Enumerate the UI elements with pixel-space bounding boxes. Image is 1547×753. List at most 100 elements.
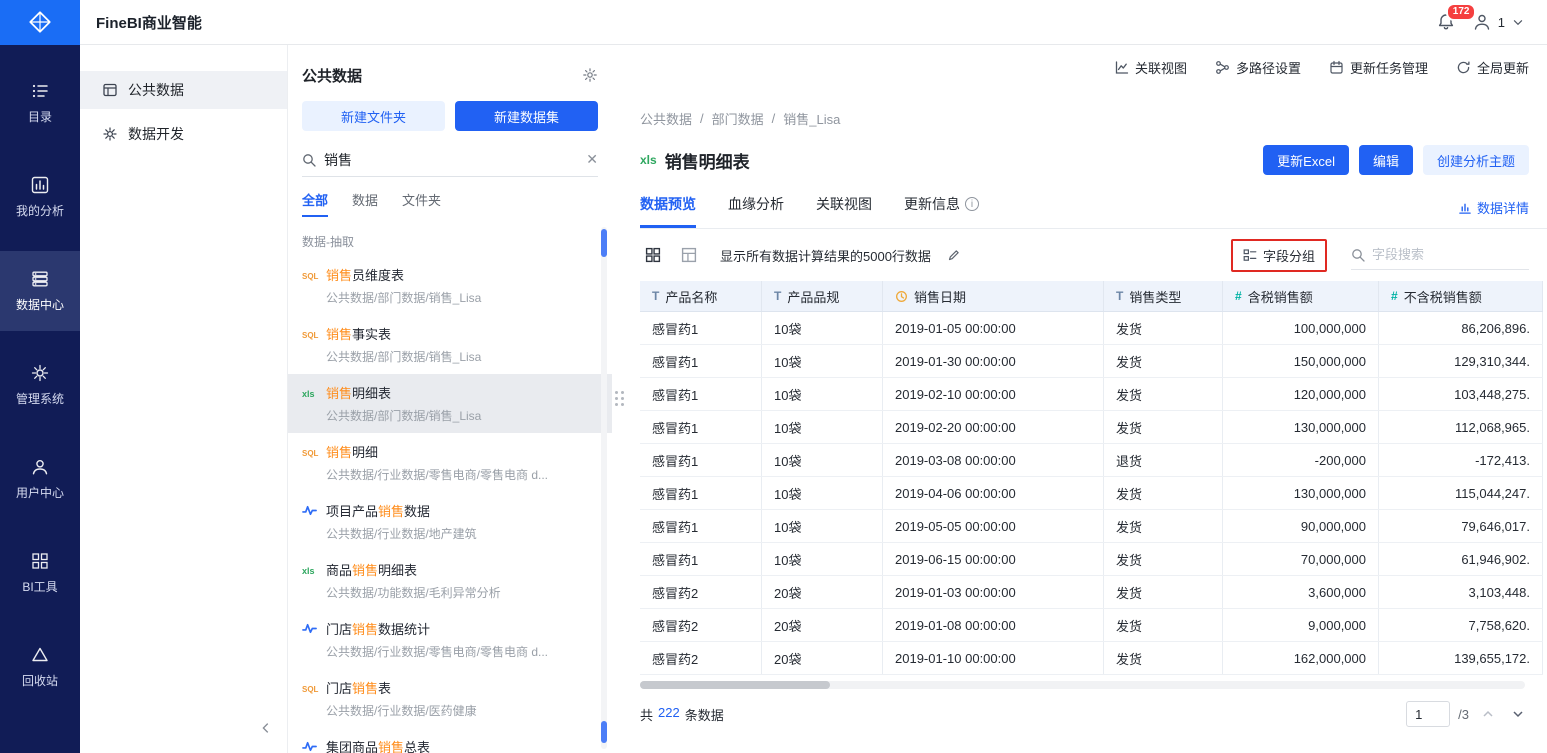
edit-pencil-icon[interactable] bbox=[947, 248, 961, 262]
row-limit-text: 显示所有数据计算结果的5000行数据 bbox=[720, 248, 931, 264]
grid-view-button[interactable] bbox=[640, 242, 666, 268]
column-label: 产品品规 bbox=[787, 289, 840, 305]
table-view-button[interactable] bbox=[676, 242, 702, 268]
column-header-product-name[interactable]: T 产品名称 bbox=[640, 281, 762, 311]
nav-item-data-center[interactable]: 数据中心 bbox=[0, 251, 80, 331]
cell-sale-date: 2019-04-06 00:00:00 bbox=[883, 477, 1104, 509]
user-menu[interactable]: 1 bbox=[1472, 12, 1525, 32]
table-row: 感冒药1 10袋 2019-02-10 00:00:00 发货 120,000,… bbox=[640, 378, 1543, 411]
page-prev-button[interactable] bbox=[1477, 703, 1499, 725]
dataset-list-item[interactable]: SQL 门店销售表 公共数据/行业数据/医药健康 bbox=[288, 669, 612, 728]
nav-item-my-analysis[interactable]: 我的分析 bbox=[0, 157, 80, 237]
realtime-chart-icon bbox=[302, 505, 317, 516]
column-label: 销售日期 bbox=[914, 289, 967, 305]
dataset-list-item[interactable]: 门店销售数据统计 公共数据/行业数据/零售电商/零售电商 d... bbox=[288, 610, 612, 669]
edit-button[interactable]: 编辑 bbox=[1358, 145, 1413, 175]
relation-view-link[interactable]: 关联视图 bbox=[1114, 58, 1187, 77]
update-task-management-link[interactable]: 更新任务管理 bbox=[1329, 58, 1428, 77]
sidebar-item-label: 数据开发 bbox=[128, 126, 184, 142]
column-header-untaxed-amount[interactable]: # 不含税销售额 bbox=[1379, 281, 1543, 311]
clear-search-icon[interactable]: ✕ bbox=[586, 151, 598, 168]
dataset-list-item[interactable]: SQL 销售员维度表 公共数据/部门数据/销售_Lisa bbox=[288, 256, 612, 315]
scrollbar-match-marker bbox=[601, 721, 607, 743]
text-type-icon: T bbox=[774, 289, 782, 303]
notification-bell-button[interactable]: 172 bbox=[1436, 3, 1477, 32]
dataset-list-item[interactable]: xls 销售明细表 公共数据/部门数据/销售_Lisa bbox=[288, 374, 612, 433]
dataset-list-item[interactable]: 项目产品销售数据 公共数据/行业数据/地产建筑 bbox=[288, 492, 612, 551]
dataset-search-input[interactable] bbox=[324, 151, 579, 168]
dataset-path: 公共数据/行业数据/医药健康 bbox=[326, 704, 477, 718]
create-analysis-subject-button[interactable]: 创建分析主题 bbox=[1422, 145, 1529, 175]
nav-item-user-center[interactable]: 用户中心 bbox=[0, 439, 80, 519]
nav-item-bi-tools[interactable]: BI工具 bbox=[0, 533, 80, 613]
panel-settings-gear-icon[interactable] bbox=[582, 67, 598, 83]
sidebar-item-data-development[interactable]: 数据开发 bbox=[80, 115, 287, 153]
table-footer: 共 222 条数据 /3 bbox=[640, 699, 1547, 729]
dataset-list-item[interactable]: SQL 销售明细 公共数据/行业数据/零售电商/零售电商 d... bbox=[288, 433, 612, 492]
panel-resize-handle[interactable] bbox=[615, 391, 624, 406]
cell-untaxed-amount: 7,758,620. bbox=[1379, 609, 1543, 641]
cell-sale-date: 2019-01-08 00:00:00 bbox=[883, 609, 1104, 641]
horizontal-scrollbar-thumb[interactable] bbox=[640, 681, 830, 689]
page-next-button[interactable] bbox=[1507, 703, 1529, 725]
cell-product-spec: 10袋 bbox=[762, 312, 883, 344]
tab-data-preview[interactable]: 数据预览 bbox=[640, 194, 696, 228]
nav-item-recycle-bin[interactable]: 回收站 bbox=[0, 627, 80, 707]
chevron-up-icon bbox=[1483, 710, 1493, 717]
breadcrumb-item[interactable]: 公共数据 bbox=[640, 109, 692, 128]
tab-update-info[interactable]: 更新信息 i bbox=[904, 194, 979, 228]
topbar: FineBI商业智能 172 1 bbox=[0, 0, 1547, 45]
realtime-chart-icon bbox=[302, 623, 317, 634]
tab-relation-view[interactable]: 关联视图 bbox=[816, 194, 872, 228]
cell-product-spec: 10袋 bbox=[762, 411, 883, 443]
dataset-list-item[interactable]: SQL 销售事实表 公共数据/部门数据/销售_Lisa bbox=[288, 315, 612, 374]
page-number-input[interactable] bbox=[1406, 701, 1451, 727]
multipath-settings-link[interactable]: 多路径设置 bbox=[1215, 58, 1301, 77]
dataset-list-item[interactable]: 集团商品销售总表 公共数据/功能数据/毛利异常分析 bbox=[288, 728, 612, 753]
breadcrumb-item[interactable]: 销售_Lisa bbox=[783, 109, 840, 128]
dataset-name: 门店销售表 bbox=[326, 681, 392, 696]
global-update-link[interactable]: 全局更新 bbox=[1456, 58, 1529, 77]
column-header-sale-date[interactable]: 销售日期 bbox=[883, 281, 1104, 311]
panel-scrollbar[interactable] bbox=[601, 227, 607, 749]
cell-sale-date: 2019-03-08 00:00:00 bbox=[883, 444, 1104, 476]
data-detail-link[interactable]: 数据详情 bbox=[1458, 198, 1529, 228]
new-dataset-button[interactable]: 新建数据集 bbox=[455, 101, 598, 131]
dataset-type-icon: xls bbox=[302, 389, 315, 399]
tab-data[interactable]: 数据 bbox=[352, 190, 378, 217]
horizontal-scrollbar[interactable] bbox=[640, 681, 1525, 689]
field-group-button[interactable]: 字段分组 bbox=[1230, 238, 1327, 272]
cell-sale-type: 发货 bbox=[1104, 543, 1223, 575]
gear-icon bbox=[31, 364, 49, 382]
table-row: 感冒药2 20袋 2019-01-03 00:00:00 发货 3,600,00… bbox=[640, 576, 1543, 609]
app-logo[interactable] bbox=[0, 0, 80, 45]
recycle-icon bbox=[32, 647, 48, 662]
column-label: 产品名称 bbox=[665, 289, 718, 305]
update-excel-button[interactable]: 更新Excel bbox=[1263, 145, 1349, 175]
tab-lineage-analysis[interactable]: 血缘分析 bbox=[728, 194, 784, 228]
cell-product-name: 感冒药1 bbox=[640, 312, 762, 344]
date-type-clock-icon bbox=[896, 290, 907, 302]
page-title: 销售明细表 bbox=[664, 152, 750, 172]
new-folder-button[interactable]: 新建文件夹 bbox=[302, 101, 445, 131]
column-header-sale-type[interactable]: T 销售类型 bbox=[1104, 281, 1223, 311]
cell-product-spec: 10袋 bbox=[762, 477, 883, 509]
column-header-product-spec[interactable]: T 产品品规 bbox=[762, 281, 883, 311]
tab-all[interactable]: 全部 bbox=[302, 190, 329, 217]
tab-folder[interactable]: 文件夹 bbox=[402, 190, 441, 217]
info-icon[interactable]: i bbox=[965, 197, 979, 211]
column-header-taxed-amount[interactable]: # 含税销售额 bbox=[1223, 281, 1379, 311]
panel-title: 公共数据 bbox=[302, 67, 363, 85]
number-type-icon: # bbox=[1235, 289, 1242, 303]
breadcrumb-item[interactable]: 部门数据 bbox=[712, 109, 764, 128]
table-body: 感冒药1 10袋 2019-01-05 00:00:00 发货 100,000,… bbox=[640, 312, 1543, 675]
grid-view-icon bbox=[645, 247, 661, 263]
sidebar-item-public-data[interactable]: 公共数据 bbox=[80, 71, 287, 109]
dataset-list-item[interactable]: xls 商品销售明细表 公共数据/功能数据/毛利异常分析 bbox=[288, 551, 612, 610]
cell-sale-type: 发货 bbox=[1104, 477, 1223, 509]
nav-item-admin-system[interactable]: 管理系统 bbox=[0, 345, 80, 425]
sidebar-collapse-button[interactable] bbox=[259, 721, 273, 735]
nav-item-catalog[interactable]: 目录 bbox=[0, 63, 80, 143]
field-search-input[interactable] bbox=[1372, 247, 1502, 262]
cell-product-name: 感冒药1 bbox=[640, 510, 762, 542]
